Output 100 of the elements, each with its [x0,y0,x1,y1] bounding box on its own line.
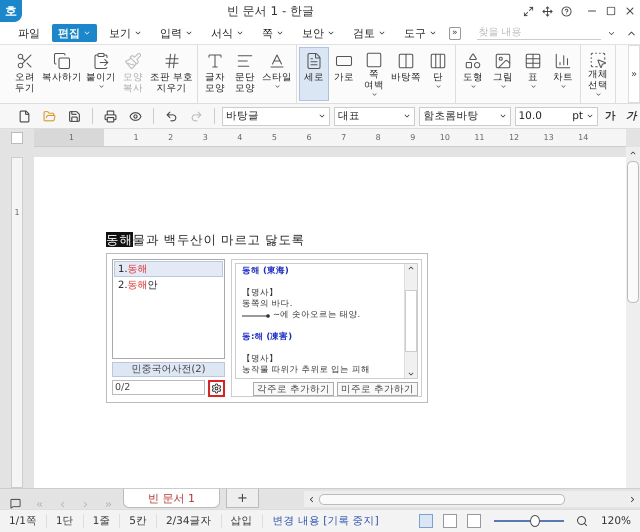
ribbon-button[interactable]: 오려 두기 [10,47,40,101]
ribbon-more-button[interactable]: » [628,45,640,103]
app-logo: 호 [0,0,22,22]
status-item: 삽입 [222,514,263,528]
status-item: 1/1쪽 [0,514,47,528]
print-icon[interactable] [104,110,117,122]
status-item: 2/34글자 [156,514,222,528]
ribbon-button[interactable]: 개체 선택 [583,47,614,101]
bold-button[interactable]: 가 [602,109,619,123]
unit-label: pt [572,110,583,122]
definition-scrollbar[interactable] [404,264,417,378]
menu-tab[interactable]: 입력 [154,24,199,42]
vertical-scrollbar[interactable] [626,147,640,488]
document-text: 동해 물과 백두산이 마르고 닳도록 [106,232,306,249]
add-note-button[interactable]: 각주로 추가하기 [252,382,334,396]
caret-icon [378,29,386,37]
settings-button[interactable] [208,380,225,397]
full-view-button[interactable] [466,514,481,528]
ribbon-button[interactable]: 쪽 여백 [359,47,390,101]
scroll-right-icon[interactable] [628,494,637,504]
scroll-down-icon[interactable] [407,370,415,378]
example-bullet-icon [242,314,270,318]
document-tab[interactable]: 빈 문서 1 [123,489,220,508]
menu-tab[interactable]: 검토 [347,24,392,42]
search-icon[interactable] [576,515,588,527]
save-icon[interactable] [68,110,81,122]
vertical-ruler: 1 [11,157,23,488]
fit-view-button[interactable] [442,514,457,528]
ribbon-button[interactable]: 붙이기 [84,47,118,101]
status-item: 1단 [46,514,84,528]
horizontal-ruler: 1 1 2 3 4 5 6 7 8 9 10 11 12 13 14 [34,129,626,147]
italic-button[interactable]: 가 [623,109,640,123]
language-dropdown[interactable]: 대표 [334,106,416,126]
scroll-left-icon[interactable] [307,494,316,504]
window-title: 빈 문서 1 - 한글 [226,2,316,20]
search-field[interactable]: 찾을 내용 [476,26,601,40]
candidate-item[interactable]: 1.동해 [114,261,223,277]
menu-tab[interactable]: 서식 [205,24,250,42]
maximize-icon[interactable] [606,6,616,16]
caret-icon [498,112,506,120]
fullscreen-icon[interactable] [523,6,534,16]
ribbon-button[interactable]: 복사하기 [40,47,84,101]
add-note-button[interactable]: 미주로 추가하기 [336,382,418,396]
caret-icon [276,29,284,37]
scroll-up-icon[interactable] [407,264,415,272]
caret-icon [429,29,437,37]
dictionary-name: 민중국어사전(2) [112,362,225,377]
close-icon[interactable] [624,5,636,17]
style-dropdown[interactable]: 바탕글 [222,106,330,126]
ribbon-button[interactable]: 표 [518,47,548,101]
candidate-item[interactable]: 2.동해 안 [114,277,223,293]
copy-icon [53,50,71,72]
ribbon-button[interactable]: 조판 부호 지우기 [148,47,196,101]
new-file-icon[interactable] [18,110,31,122]
ribbon-button[interactable]: 스타일 [260,47,294,101]
status-item: 5칸 [120,514,157,528]
caret-icon [236,29,244,37]
menu-tab[interactable]: 파일 [12,24,46,42]
menu-tab[interactable]: 도구 [398,24,443,42]
menu-tab[interactable]: 쪽 [256,24,290,42]
definition-text: 동해 (東海) 【명사】 동쪽의 바다. ~에 솟아오르는 태양. 동:해 (凍害) 【명사】 농작물 따위가 추위로 입는 피해 [241,264,371,377]
ribbon-button[interactable]: 단 [423,47,454,101]
ribbon-button[interactable]: 도형 [458,47,488,101]
zoom-thumb[interactable] [530,515,540,527]
ribbon-button[interactable]: 글자 모양 [200,47,230,101]
caret-icon [403,112,412,120]
ribbon-button[interactable]: 그림 [488,47,518,101]
more-menus-button[interactable]: » [449,26,461,40]
paintbrush-icon [124,50,142,72]
track-changes-status[interactable]: 변경 내용 [기록 중지] [262,514,389,528]
help-icon[interactable] [561,6,572,16]
caret-icon [134,29,142,37]
caret-icon [327,29,335,37]
menu-tab[interactable]: 보기 [103,24,148,42]
menu-tab[interactable]: 보안 [296,24,341,42]
horizontal-scrollbar[interactable] [304,491,640,507]
clipboard-icon [92,50,110,72]
preview-icon[interactable] [128,110,142,122]
move-icon[interactable] [542,6,553,16]
ribbon-button[interactable]: 가로 [329,47,360,101]
caret-icon [185,29,193,37]
counter-field[interactable]: 0/2 [112,380,205,395]
caret-icon [83,29,91,37]
status-item: 1줄 [84,514,120,528]
ribbon-button[interactable]: 바탕쪽 [389,47,424,101]
undo-icon[interactable] [164,110,178,122]
ribbon-button[interactable]: 차트 [548,47,578,101]
memo-icon[interactable] [10,498,21,509]
caret-icon [318,112,326,120]
font-size-field[interactable]: 10.0 pt [514,106,598,126]
font-dropdown[interactable]: 함초롬바탕 [419,106,510,126]
add-tab-button[interactable]: + [226,489,259,508]
zoom-reading: 120% [600,515,632,527]
ribbon-button[interactable]: 세로 [299,47,330,101]
portrait-page-icon [305,50,324,72]
scroll-up-icon[interactable] [629,149,637,157]
menu-tab[interactable]: 편집 [52,24,97,42]
caret-icon [586,112,594,120]
ribbon-button[interactable]: 문단 모양 [230,47,260,101]
selection-icon [589,50,608,69]
